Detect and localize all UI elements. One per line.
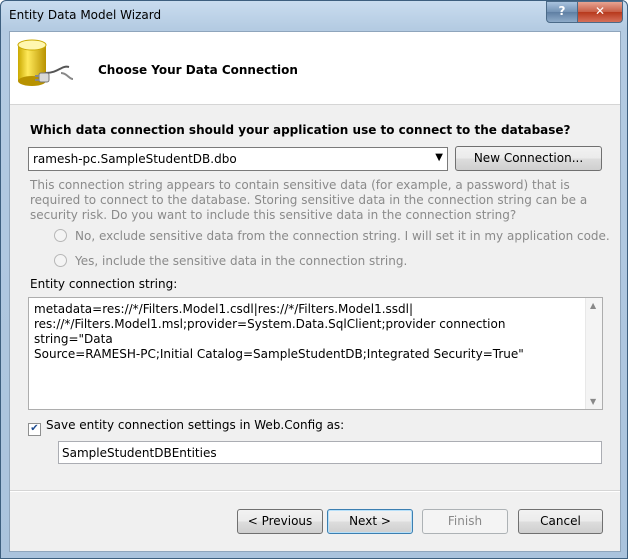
scroll-down-icon[interactable]: ▼ (590, 397, 596, 406)
entity-connection-string-field[interactable]: metadata=res://*/Filters.Model1.csdl|res… (28, 297, 603, 410)
entity-name-input[interactable] (59, 443, 592, 462)
page-title: Choose Your Data Connection (98, 63, 298, 77)
window-title: Entity Data Model Wizard (9, 8, 162, 22)
previous-button[interactable]: < Previous (237, 509, 323, 534)
selected-connection: ramesh-pc.SampleStudentDB.dbo (33, 152, 237, 166)
close-button[interactable]: ✕ (577, 1, 623, 23)
wizard-window: Entity Data Model Wizard ? ✕ Choose Your… (0, 0, 628, 559)
cancel-button[interactable]: Cancel (518, 509, 603, 534)
next-button[interactable]: Next > (327, 509, 413, 534)
connection-line-2: res://*/Filters.Model1.msl;provider=Syst… (34, 317, 506, 346)
chevron-down-icon[interactable]: ▼ (435, 152, 443, 163)
radio-include[interactable] (54, 254, 67, 267)
save-settings-row[interactable]: ✔ Save entity connection settings in Web.… (28, 418, 344, 436)
save-settings-checkbox[interactable]: ✔ (28, 423, 41, 436)
entity-connection-string-label: Entity connection string: (30, 277, 178, 291)
title-bar[interactable]: Entity Data Model Wizard ? ✕ (1, 1, 627, 29)
vertical-scrollbar[interactable]: ▲ ▼ (585, 298, 602, 409)
connection-line-3: Source=RAMESH-PC;Initial Catalog=SampleS… (34, 347, 524, 361)
exclude-sensitive-option[interactable]: No, exclude sensitive data from the conn… (54, 229, 610, 243)
sensitive-data-message: This connection string appears to contai… (30, 178, 588, 222)
dialog-client: Choose Your Data Connection Which data c… (9, 31, 621, 552)
data-connection-dropdown[interactable]: ramesh-pc.SampleStudentDB.dbo ▼ (28, 147, 448, 171)
entity-name-field[interactable] (58, 441, 602, 464)
connection-question-label: Which data connection should your applic… (30, 123, 571, 137)
save-settings-label: Save entity connection settings in Web.C… (46, 418, 345, 432)
scroll-up-icon[interactable]: ▲ (590, 301, 596, 310)
help-button[interactable]: ? (546, 1, 578, 23)
connection-line-1: metadata=res://*/Filters.Model1.csdl|res… (34, 302, 414, 316)
radio-exclude[interactable] (54, 229, 67, 242)
button-separator (10, 490, 620, 492)
finish-button: Finish (422, 509, 508, 534)
database-plug-icon (17, 39, 74, 86)
entity-connection-string-text: metadata=res://*/Filters.Model1.csdl|res… (34, 302, 584, 362)
new-connection-button[interactable]: New Connection... (455, 146, 602, 171)
wizard-header: Choose Your Data Connection (10, 32, 620, 105)
radio-exclude-label: No, exclude sensitive data from the conn… (75, 229, 610, 243)
include-sensitive-option[interactable]: Yes, include the sensitive data in the c… (54, 254, 407, 268)
radio-include-label: Yes, include the sensitive data in the c… (75, 254, 408, 268)
